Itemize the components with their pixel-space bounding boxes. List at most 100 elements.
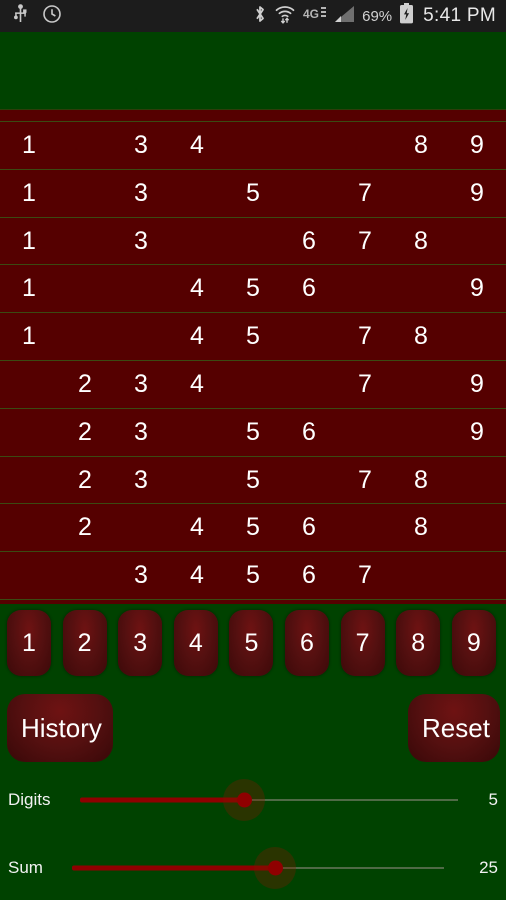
digit-button-4[interactable]: 4 <box>173 610 218 676</box>
digit-button-8[interactable]: 8 <box>396 610 441 676</box>
table-cell-col-9 <box>462 457 492 504</box>
table-cell-col-1: 1 <box>22 226 36 255</box>
digit-button-row: 123456789 <box>0 610 506 676</box>
table-cell-col-3 <box>126 313 156 360</box>
table-row[interactable]: 1 3 5 7 9 <box>0 169 506 218</box>
table-cell-col-4: 4 <box>190 513 204 542</box>
table-cell-col-3: 3 <box>134 178 148 207</box>
clock-time-label: 5:41 PM <box>423 5 496 26</box>
table-cell-col-9 <box>462 552 492 599</box>
table-cell-col-6: 6 <box>302 417 316 446</box>
digits-slider-thumb[interactable] <box>237 792 253 808</box>
table-cell-col-5: 5 <box>246 322 260 351</box>
table-cell-col-2: 2 <box>78 369 92 398</box>
table-row[interactable]: 2 3 5 7 8 <box>0 456 506 505</box>
table-cell-col-3: 3 <box>134 417 148 446</box>
table-cell-col-1 <box>14 552 44 599</box>
table-cell-col-9: 9 <box>470 274 484 303</box>
table-cell-col-5: 5 <box>246 274 260 303</box>
table-cell-col-5: 5 <box>246 178 260 207</box>
table-cell-col-1 <box>14 361 44 408</box>
sum-slider-thumb[interactable] <box>267 860 283 876</box>
table-cell-col-4 <box>182 218 212 265</box>
digit-button-7[interactable]: 7 <box>340 610 385 676</box>
digit-button-2[interactable]: 2 <box>62 610 107 676</box>
table-cell-col-5 <box>238 218 268 265</box>
table-cell-col-2: 2 <box>78 465 92 494</box>
table-cell-col-3 <box>126 504 156 551</box>
table-row[interactable]: 1 4 5 6 9 <box>0 265 506 314</box>
table-cell-col-6 <box>294 313 324 360</box>
sum-slider-label: Sum <box>8 858 43 877</box>
table-cell-col-4 <box>182 409 212 456</box>
table-row[interactable]: 2 4 5 6 8 <box>0 504 506 553</box>
table-cell-col-2 <box>70 552 100 599</box>
table-cell-col-4: 4 <box>190 369 204 398</box>
table-cell-col-9: 9 <box>470 369 484 398</box>
table-cell-col-5: 5 <box>246 513 260 542</box>
table-cell-col-3: 3 <box>134 131 148 159</box>
svg-text:4G: 4G <box>303 7 319 21</box>
table-cell-col-3: 3 <box>134 561 148 590</box>
sum-slider-value: 25 <box>479 858 498 877</box>
table-cell-col-8 <box>406 265 436 312</box>
table-cell-col-3: 3 <box>134 369 148 398</box>
table-cell-col-4 <box>182 457 212 504</box>
table-cell-col-4: 4 <box>190 322 204 351</box>
bluetooth-icon <box>253 4 267 29</box>
clock-icon <box>43 4 61 28</box>
table-cell-col-9 <box>462 504 492 551</box>
table-cell-col-8: 8 <box>414 226 428 255</box>
table-cell-col-4: 4 <box>190 131 204 159</box>
table-cell-col-9: 9 <box>470 178 484 207</box>
table-cell-col-7: 7 <box>358 226 372 255</box>
combinations-list[interactable]: 1 3 4 8 9 1 3 5 7 9 1 3 6 7 8 1 4 5 6 9 1 4 5 7 8 2 3 4 7 9 2 3 5 6 9 2 3 5 7 8… <box>0 109 506 604</box>
lte-4g-icon: 4G <box>303 6 328 27</box>
table-cell-col-5 <box>238 361 268 408</box>
table-cell-col-8: 8 <box>414 322 428 351</box>
digit-button-5[interactable]: 5 <box>229 610 274 676</box>
digit-button-3[interactable]: 3 <box>118 610 163 676</box>
table-cell-col-9: 9 <box>470 417 484 446</box>
digit-button-1[interactable]: 1 <box>7 610 51 676</box>
digit-button-6[interactable]: 6 <box>285 610 329 676</box>
wifi-icon <box>274 4 296 29</box>
digits-slider-fill <box>80 797 245 803</box>
table-cell-col-8 <box>406 552 436 599</box>
battery-charging-icon <box>399 3 414 29</box>
cell-signal-icon <box>335 5 355 28</box>
table-cell-col-7 <box>350 265 380 312</box>
digits-slider-label: Digits <box>8 790 51 809</box>
table-cell-col-7: 7 <box>358 178 372 207</box>
table-cell-col-9 <box>462 313 492 360</box>
table-row[interactable]: 2 3 4 7 9 <box>0 360 506 409</box>
digit-button-9[interactable]: 9 <box>451 610 496 676</box>
table-cell-col-9: 9 <box>470 131 484 159</box>
table-cell-col-7 <box>350 504 380 551</box>
table-cell-col-6: 6 <box>302 274 316 303</box>
table-cell-col-6: 6 <box>302 513 316 542</box>
table-cell-col-5: 5 <box>246 561 260 590</box>
table-cell-col-1: 1 <box>22 322 36 351</box>
table-row[interactable]: 3 4 5 6 7 <box>0 552 506 600</box>
table-cell-col-2 <box>70 122 100 169</box>
table-row[interactable]: 1 3 4 8 9 <box>0 122 506 170</box>
digits-slider-row: Digits 5 <box>0 772 506 828</box>
table-cell-col-4: 4 <box>190 561 204 590</box>
table-cell-col-7: 7 <box>358 369 372 398</box>
history-button[interactable]: History <box>7 694 113 762</box>
table-row[interactable]: 1 3 6 7 8 <box>0 217 506 266</box>
table-cell-col-1: 1 <box>22 131 36 159</box>
table-cell-col-1: 1 <box>22 178 36 207</box>
table-row[interactable]: 2 3 5 6 9 <box>0 408 506 457</box>
sum-slider-fill <box>72 865 275 871</box>
table-row[interactable]: 1 4 5 7 8 <box>0 313 506 361</box>
table-cell-col-8 <box>406 170 436 217</box>
table-cell-col-5 <box>238 122 268 169</box>
table-cell-col-2 <box>70 218 100 265</box>
table-cell-col-2: 2 <box>78 513 92 542</box>
status-bar-right-icons: 4G 69% 5:41 PM <box>253 3 506 29</box>
reset-button[interactable]: Reset <box>408 694 500 762</box>
table-cell-col-1: 1 <box>22 274 36 303</box>
table-cell-col-7: 7 <box>358 322 372 351</box>
